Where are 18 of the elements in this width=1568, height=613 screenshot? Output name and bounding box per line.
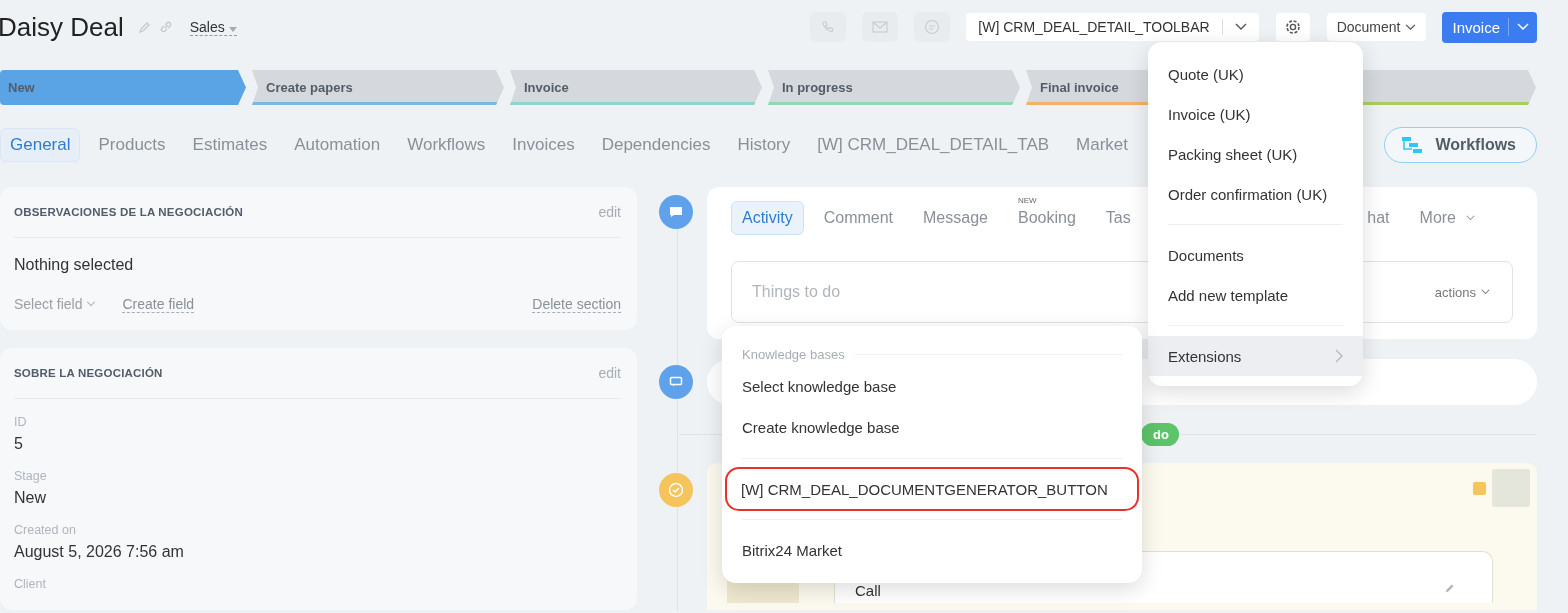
empty-text: Nothing selected <box>14 256 135 274</box>
stage-label: New <box>8 80 35 95</box>
status-badge: do <box>1141 422 1179 446</box>
field-label: Client <box>14 577 47 591</box>
stage-label: Create papers <box>266 80 353 95</box>
field-value: 5 <box>14 435 24 453</box>
field-value: August 5, 2026 7:56 am <box>14 543 185 561</box>
section-title: OBSERVACIONES DE LA NEGOCIACIÓN <box>14 206 243 218</box>
field-label: Created on <box>14 523 77 537</box>
field-value: New <box>14 489 47 507</box>
menu-header: Knowledge bases <box>742 346 845 362</box>
stage-label: In progress <box>782 80 853 95</box>
field-label: Stage <box>14 469 48 483</box>
field-label: ID <box>14 415 28 429</box>
stage-label: Final invoice <box>1040 80 1119 95</box>
stage-label: Invoice <box>524 80 569 95</box>
deal-title: Daisy Deal <box>0 11 124 43</box>
section-title: SOBRE LA NEGOCIACIÓN <box>14 367 163 379</box>
